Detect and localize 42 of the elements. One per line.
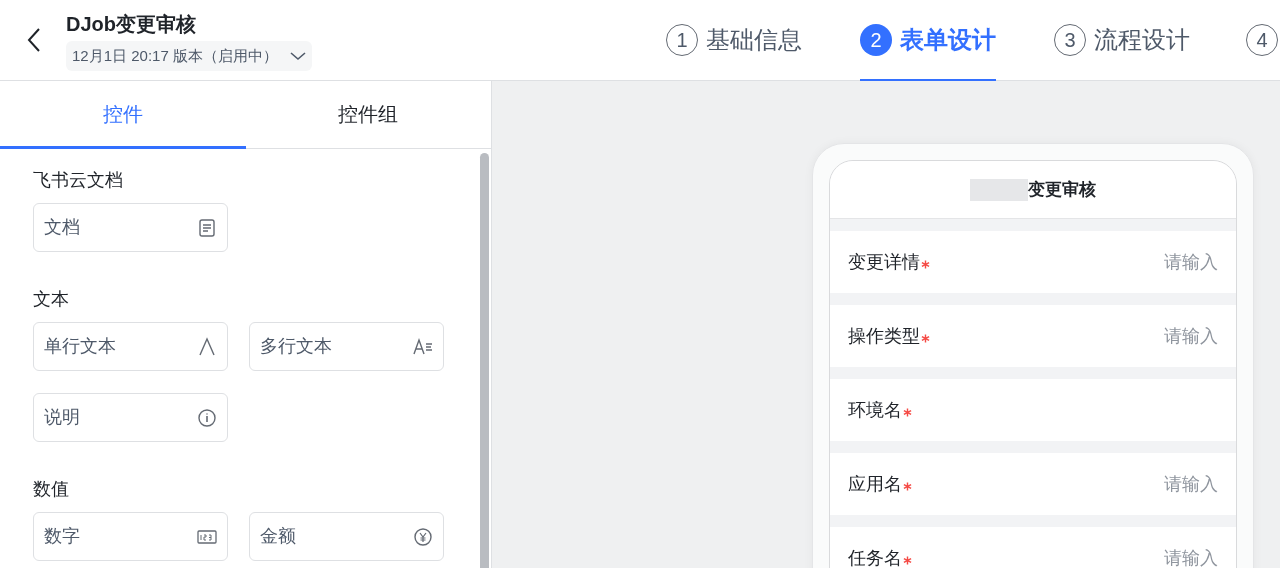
field-label: 变更详情 bbox=[848, 250, 920, 274]
section-heading: 飞书云文档 bbox=[33, 169, 124, 191]
document-icon bbox=[197, 217, 217, 238]
field-label: 环境名 bbox=[848, 398, 902, 422]
scrollbar[interactable] bbox=[480, 153, 489, 568]
field-placeholder: 请输入 bbox=[1164, 546, 1218, 568]
widget-item[interactable]: 单行文本 bbox=[33, 322, 228, 371]
widget-item[interactable]: 文档 bbox=[33, 203, 228, 252]
widget-item[interactable]: 多行文本 bbox=[249, 322, 444, 371]
field-label: 应用名 bbox=[848, 472, 902, 496]
field-label: 操作类型 bbox=[848, 324, 920, 348]
form-field[interactable]: 变更详情 请输入 bbox=[830, 231, 1236, 293]
form-field[interactable]: 操作类型 请输入 bbox=[830, 305, 1236, 367]
step-number: 2 bbox=[860, 23, 892, 56]
form-field[interactable]: 环境名 bbox=[830, 379, 1236, 441]
widget-item[interactable]: 金额 bbox=[249, 512, 444, 561]
section-heading: 文本 bbox=[33, 288, 70, 310]
panel-tab[interactable]: 控件组 bbox=[245, 81, 491, 149]
info-icon bbox=[197, 407, 217, 428]
step-label: 流程设计 bbox=[1094, 24, 1190, 55]
step-label: 表单设计 bbox=[900, 24, 996, 55]
app-title: DJob变更审核 bbox=[66, 12, 197, 37]
version-label: 12月1日 20:17 版本（启用中） bbox=[72, 45, 278, 66]
step-label: 基础信息 bbox=[706, 24, 802, 55]
text-lines-icon bbox=[413, 336, 433, 357]
widget-item[interactable]: 数字 bbox=[33, 512, 228, 561]
letter-a-icon bbox=[197, 336, 217, 357]
field-placeholder: 请输入 bbox=[1164, 472, 1218, 496]
form-title: 变更审核 bbox=[1028, 178, 1096, 201]
form-field[interactable]: 应用名 请输入 bbox=[830, 453, 1236, 515]
currency-icon bbox=[413, 526, 433, 547]
section-heading: 数值 bbox=[33, 478, 70, 500]
panel-tab[interactable]: 控件 bbox=[0, 81, 246, 149]
widget-item[interactable]: 说明 bbox=[33, 393, 228, 442]
version-dropdown[interactable]: 12月1日 20:17 版本（启用中） bbox=[66, 41, 312, 71]
back-icon[interactable] bbox=[26, 27, 42, 53]
form-field[interactable]: 任务名 请输入 bbox=[830, 527, 1236, 568]
field-placeholder: 请输入 bbox=[1164, 324, 1218, 348]
redaction-block bbox=[970, 178, 1028, 201]
chevron-down-icon bbox=[289, 51, 306, 61]
field-placeholder: 请输入 bbox=[1164, 250, 1218, 274]
field-label: 任务名 bbox=[848, 546, 902, 568]
